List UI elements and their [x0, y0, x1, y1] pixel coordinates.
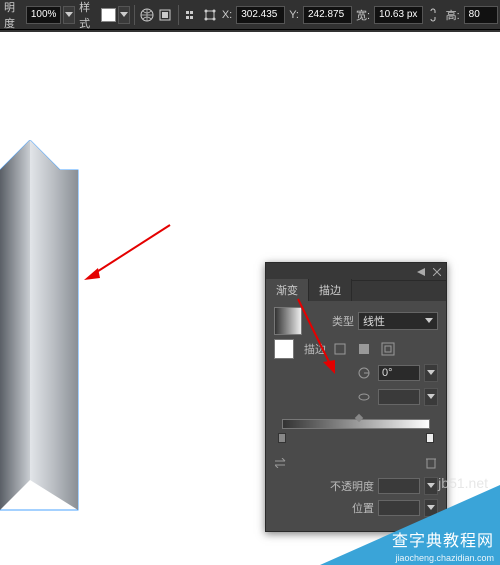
gradient-slider[interactable]	[274, 419, 438, 449]
stroke-mode-2-icon[interactable]	[354, 339, 374, 359]
pencil-shape[interactable]	[0, 140, 90, 520]
watermark-brand: 查字典教程网	[392, 533, 494, 551]
canvas-top-edge	[0, 30, 500, 32]
x-field[interactable]: 302.435	[236, 6, 285, 24]
y-label: Y:	[287, 9, 301, 21]
height-label: 高:	[444, 7, 462, 23]
opacity-dropdown[interactable]	[63, 6, 75, 24]
opacity-field[interactable]: 100%	[26, 6, 62, 24]
height-field[interactable]: 80	[464, 6, 498, 24]
angle-dropdown[interactable]	[424, 364, 438, 382]
canvas-area[interactable]: 渐变 描边 类型 线性 描边	[0, 30, 500, 565]
document-setup-icon[interactable]	[157, 5, 174, 25]
link-wh-icon[interactable]	[425, 5, 442, 25]
align-icon[interactable]	[183, 5, 200, 25]
y-field[interactable]: 242.875	[303, 6, 352, 24]
aspect-field[interactable]	[378, 389, 420, 405]
x-label: X:	[220, 9, 234, 21]
annotation-arrow-1	[80, 220, 175, 290]
watermark-url: jiaocheng.chazidian.com	[395, 553, 494, 563]
gradient-stop-right[interactable]	[426, 433, 434, 443]
reverse-gradient-icon[interactable]	[274, 453, 288, 473]
top-toolbar: 明度 100% 样式 X: 302.435 Y: 242.875 宽: 10.6…	[0, 0, 500, 30]
transform-icon[interactable]	[201, 5, 218, 25]
type-select[interactable]: 线性	[358, 312, 438, 330]
opacity-label: 明度	[2, 0, 24, 31]
angle-icon	[354, 363, 374, 383]
stroke-mode-3-icon[interactable]	[378, 339, 398, 359]
delete-stop-icon[interactable]	[424, 453, 438, 473]
aspect-dropdown[interactable]	[424, 388, 438, 406]
style-dropdown[interactable]	[118, 6, 130, 24]
watermark-badge: 查字典教程网 jiaocheng.chazidian.com	[320, 485, 500, 565]
close-icon[interactable]	[432, 267, 442, 277]
toolbar-divider	[134, 5, 135, 25]
gradient-stop-left[interactable]	[278, 433, 286, 443]
toolbar-divider-2	[178, 5, 179, 25]
width-label: 宽:	[354, 7, 372, 23]
angle-field[interactable]: 0°	[378, 365, 420, 381]
collapse-icon[interactable]	[416, 267, 426, 277]
style-label: 样式	[77, 0, 99, 31]
style-swatch[interactable]	[101, 8, 116, 22]
stroke-swatch[interactable]	[274, 339, 294, 359]
annotation-arrow-2	[293, 294, 343, 384]
aspect-icon	[354, 387, 374, 407]
globe-icon[interactable]	[139, 5, 156, 25]
width-field[interactable]: 10.63 px	[374, 6, 423, 24]
